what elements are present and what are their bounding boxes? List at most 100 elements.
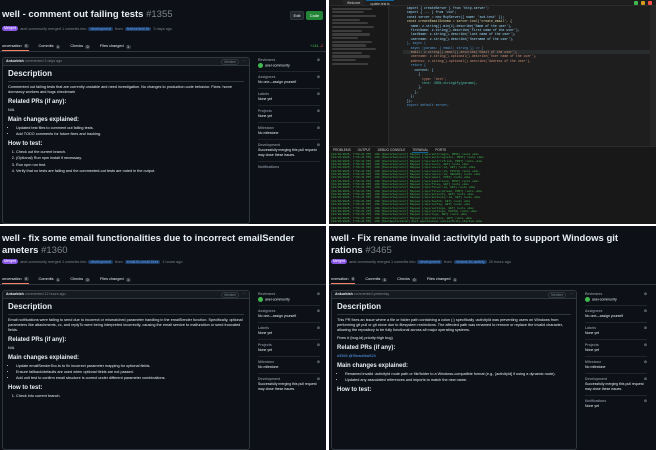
tab-checks[interactable]: Checks 0 <box>397 275 417 284</box>
tab-welcome[interactable]: Welcome <box>343 0 365 5</box>
gear-icon: ⚙ <box>643 377 647 382</box>
heading-related: Related PRs (if any): <box>8 337 67 343</box>
avatar <box>258 63 263 68</box>
base-branch[interactable]: development <box>88 26 114 31</box>
gear-icon: ⚙ <box>316 143 320 148</box>
heading-changes: Main changes explained: <box>8 117 80 123</box>
user-mention-link[interactable]: @ShraddhaS24 <box>349 354 376 358</box>
code-editor[interactable]: import { createServer } from 'http-serve… <box>401 6 650 146</box>
list-item: Updated test files to comment out failin… <box>16 126 244 131</box>
heading-related: Related PRs (if any): <box>8 99 67 105</box>
list-item: Renamed invalid :activityId route path o… <box>345 372 571 377</box>
tab-conversation[interactable]: onversation 0 <box>2 275 29 284</box>
list-item: Check into current branch. <box>16 394 244 399</box>
window-control-icon[interactable] <box>641 1 645 5</box>
gear-icon: ⚙ <box>316 58 320 62</box>
more-icon[interactable]: ··· <box>242 58 246 65</box>
gear-icon: ⚙ <box>316 326 320 331</box>
head-branch[interactable]: rename-fix-activity <box>453 259 487 264</box>
page-title: well - fix some email functionalities du… <box>2 233 295 244</box>
gear-icon: ⚙ <box>316 343 320 348</box>
head-branch[interactable]: feature/test-fix <box>124 26 152 31</box>
window-control-icon[interactable] <box>634 1 638 5</box>
pr-sidebar: Reviewers ⚙ anei-community Assignees ⚙ No … <box>258 58 320 170</box>
related-pr-link[interactable]: #3394 <box>337 354 348 358</box>
gear-icon: ⚙ <box>643 360 647 365</box>
heading-description: Description <box>337 302 571 315</box>
pr-meta: Merged anei-community merged 1 commits i… <box>331 259 511 264</box>
list-item: Check out the current branch. <box>16 150 244 155</box>
code-button[interactable]: Code <box>306 11 323 20</box>
more-icon[interactable]: ··· <box>569 291 573 298</box>
panel-tabs: PROBLEMS OUTPUT DEBUG CONSOLE TERMINAL P… <box>329 146 656 153</box>
list-item: (Optional) Run npm install if necessary. <box>16 156 244 161</box>
tab-update-test[interactable]: update-test.ts <box>366 0 394 6</box>
close-icon[interactable] <box>648 1 652 5</box>
list-item: Add TODO comments for future fixes and t… <box>16 132 244 137</box>
comment-header: Ankurbish commented 12 hours ago Member ··… <box>3 291 249 299</box>
gear-icon: ⚙ <box>316 109 320 114</box>
comment-header: Ankurbish commented yesterday Member ··· <box>332 291 576 299</box>
tab-files-changed[interactable]: Files changed 1 <box>100 42 131 51</box>
tab-files-changed[interactable]: Files changed 1 <box>100 275 131 284</box>
heading-how-to-test: How to test: <box>8 385 43 392</box>
page-title: well - comment out failing tests #1355 <box>2 9 173 20</box>
pr-tabs: onversation 0 Commits 1 Checks 0 Files chan… <box>0 275 326 285</box>
line-gutter <box>389 6 401 146</box>
pr-meta: Merged anei-community merged 1 commits i… <box>2 259 183 264</box>
tab-conversation[interactable]: nversation 0 <box>331 275 356 284</box>
description-text: Commented out failing tests that are cur… <box>8 85 232 94</box>
tab-problems[interactable]: PROBLEMS <box>333 148 351 152</box>
tab-ports[interactable]: PORTS <box>435 148 446 152</box>
gear-icon: ⚙ <box>316 360 320 365</box>
edit-button[interactable]: Edit <box>290 11 304 20</box>
comment-header: Ankurbish commented 3 days ago Member ··· <box>3 58 249 66</box>
status-badge: Merged <box>2 259 19 264</box>
pr-panel-3465: well - Fix rename invalid :activityId pa… <box>329 226 656 450</box>
gear-icon: ⚙ <box>316 126 320 131</box>
head-branch[interactable]: email-fix-email-fixes <box>124 259 161 264</box>
base-branch[interactable]: development <box>88 259 114 264</box>
heading-related: Related PRs (if any): <box>337 345 396 351</box>
description-text: Email notifications were failing to send… <box>8 318 243 332</box>
description-text: This PR fixes an issue where a file or f… <box>337 318 563 332</box>
minimap[interactable] <box>650 6 656 146</box>
gear-icon: ⚙ <box>316 377 320 382</box>
ide-panel: Welcome update-test.ts import { createSe… <box>329 0 656 224</box>
list-item: Ensure fallback/defaults are used when o… <box>16 370 244 375</box>
file-explorer[interactable] <box>329 6 389 146</box>
heading-how-to-test: How to test: <box>8 141 43 148</box>
pr-description-comment: Ankurbish commented yesterday Member ··· D… <box>331 290 577 450</box>
pr-tabs: nversation 0 Commits 1 Checks 0 Files chang… <box>329 275 656 285</box>
page-title: well - Fix rename invalid :activityId pa… <box>331 233 619 244</box>
tab-debug-console[interactable]: DEBUG CONSOLE <box>378 148 406 152</box>
tab-commits[interactable]: Commits 1 <box>39 275 61 284</box>
list-item: Run npm run test. <box>16 163 244 168</box>
tab-checks[interactable]: Checks 0 <box>70 42 90 51</box>
pr-panel-1360: well - fix some email functionalities du… <box>0 226 326 450</box>
gear-icon: ⚙ <box>643 326 647 331</box>
tab-files-changed[interactable]: Files changed 1 <box>427 275 458 284</box>
tab-commits[interactable]: Commits 1 <box>39 42 61 51</box>
terminal-output[interactable]: [02/03/2025, 7:50:21 PM] LOG [RouterExpl… <box>329 153 656 224</box>
gear-icon: ⚙ <box>643 292 647 296</box>
avatar <box>258 297 263 302</box>
tab-commits[interactable]: Commits 1 <box>365 275 388 284</box>
gear-icon: ⚙ <box>643 309 647 314</box>
gear-icon: ⚙ <box>316 75 320 80</box>
gear-icon: ⚙ <box>316 309 320 314</box>
fixes-text: Fixes # (bug-id) priority:high bug) <box>337 336 393 340</box>
heading-description: Description <box>8 69 244 82</box>
gear-icon: ⚙ <box>316 292 320 296</box>
pr-description-comment: Ankurbish commented 12 hours ago Member ··… <box>2 290 250 450</box>
pr-tabs: onversation 0 Commits 1 Checks 0 Files chan… <box>0 42 326 52</box>
avatar <box>585 297 590 302</box>
tab-conversation[interactable]: onversation 0 <box>2 42 29 51</box>
gear-icon: ⚙ <box>316 92 320 97</box>
status-badge: Merged <box>2 26 19 31</box>
tab-checks[interactable]: Checks 0 <box>70 275 90 284</box>
tab-output[interactable]: OUTPUT <box>358 148 371 152</box>
heading-changes: Main changes explained: <box>8 355 80 361</box>
more-icon[interactable]: ··· <box>242 291 246 298</box>
base-branch[interactable]: development <box>417 259 443 264</box>
